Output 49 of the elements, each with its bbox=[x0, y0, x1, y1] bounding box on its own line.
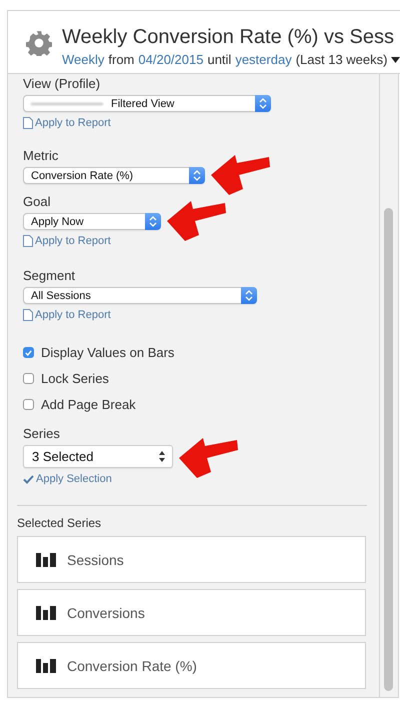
apply-link[interactable]: Apply to Report bbox=[23, 309, 111, 321]
series-name: Conversion Rate (%) bbox=[67, 658, 197, 674]
bar-chart-icon bbox=[36, 552, 56, 566]
series-name: Conversions bbox=[67, 604, 145, 620]
dropdown-field[interactable]: 3 Selected bbox=[23, 445, 173, 468]
settings-icon[interactable] bbox=[26, 30, 52, 56]
checkbox[interactable] bbox=[23, 399, 34, 410]
apply-link[interactable]: Apply to Report bbox=[23, 117, 111, 129]
field-label: Metric bbox=[23, 148, 58, 163]
field-label: View (Profile) bbox=[23, 76, 100, 91]
stepper-icon bbox=[241, 287, 257, 304]
series-card[interactable]: Sessions bbox=[17, 536, 366, 583]
stepper-icon bbox=[189, 167, 205, 184]
report-title: Weekly Conversion Rate (%) vs Sess bbox=[62, 25, 395, 50]
checkbox[interactable] bbox=[23, 347, 34, 358]
start-date-link[interactable]: 04/20/2015 bbox=[138, 52, 204, 68]
series-name: Sessions bbox=[67, 552, 124, 568]
dropdown-field[interactable]: Apply Now bbox=[23, 213, 161, 230]
from-label: from bbox=[108, 52, 134, 68]
series-card[interactable]: Conversions bbox=[17, 589, 366, 636]
apply-link[interactable]: Apply Selection bbox=[23, 473, 112, 485]
apply-link[interactable]: Apply to Report bbox=[23, 235, 111, 247]
document-icon bbox=[23, 117, 33, 129]
interval-link[interactable]: Weekly bbox=[62, 52, 104, 68]
section-title: Selected Series bbox=[17, 516, 102, 530]
document-icon bbox=[23, 309, 33, 321]
dropdown-field[interactable]: All Sessions bbox=[23, 287, 257, 304]
checkmark-icon bbox=[23, 474, 34, 484]
scrollbar[interactable] bbox=[380, 74, 399, 698]
stepper-icon bbox=[145, 213, 161, 230]
stepper-icon bbox=[255, 95, 271, 112]
caret-icon[interactable] bbox=[391, 57, 400, 63]
checkbox-label: Display Values on Bars bbox=[41, 345, 174, 360]
series-card[interactable]: Conversion Rate (%) bbox=[17, 642, 366, 689]
bar-chart-icon bbox=[36, 606, 56, 620]
document-icon bbox=[23, 235, 33, 247]
dropdown-field[interactable]: Conversion Rate (%) bbox=[23, 167, 205, 184]
field-label: Segment bbox=[23, 268, 76, 283]
dropdown-field[interactable]: Filtered View bbox=[23, 95, 271, 112]
field-label: Goal bbox=[23, 194, 50, 209]
range-label: (Last 13 weeks) bbox=[296, 52, 388, 68]
field-label: Series bbox=[23, 426, 60, 441]
checkbox-label: Add Page Break bbox=[41, 397, 136, 412]
checkbox[interactable] bbox=[23, 373, 34, 384]
stepper-icon bbox=[159, 451, 165, 462]
until-label: until bbox=[207, 52, 232, 68]
bar-chart-icon bbox=[36, 658, 56, 672]
end-date-link[interactable]: yesterday bbox=[235, 52, 292, 68]
checkbox-label: Lock Series bbox=[41, 371, 109, 386]
